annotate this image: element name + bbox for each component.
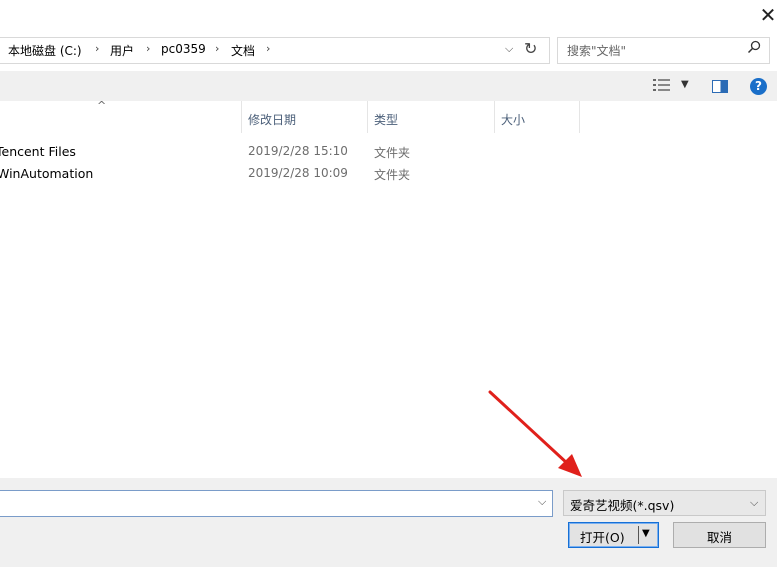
column-header-date[interactable]: 修改日期 <box>248 111 296 143</box>
breadcrumb-separator-icon[interactable]: › <box>266 42 270 55</box>
breadcrumb-documents[interactable]: 文档 <box>231 42 255 59</box>
cancel-button-label[interactable]: 取消 <box>674 527 765 546</box>
split-divider <box>638 526 639 544</box>
filetype-select[interactable]: 爱奇艺视频(*.qsv) ⌵ <box>563 490 766 516</box>
red-arrow-annotation <box>488 390 582 477</box>
filename-history-dropdown-icon[interactable]: ⌵ <box>538 495 546 509</box>
open-button[interactable]: 打开(O) ▼ <box>568 522 659 548</box>
file-type: 文件夹 <box>374 146 411 160</box>
sort-ascending-icon[interactable]: ^ <box>97 99 106 112</box>
search-box[interactable]: 搜索"文档" <box>557 37 770 64</box>
help-icon[interactable]: ? <box>750 78 767 95</box>
details-view-icon[interactable] <box>653 78 673 96</box>
file-name[interactable]: WinAutomation <box>0 166 93 181</box>
file-date: 2019/2/28 15:10 <box>248 144 348 158</box>
file-row[interactable]: WinAutomation 2019/2/28 10:09 文件夹 <box>0 163 777 185</box>
column-divider[interactable] <box>494 101 495 133</box>
file-type: 文件夹 <box>374 168 411 182</box>
column-divider[interactable] <box>241 101 242 133</box>
file-row[interactable]: Tencent Files 2019/2/28 15:10 文件夹 <box>0 141 777 163</box>
refresh-icon[interactable]: ↻ <box>524 39 537 58</box>
file-name[interactable]: Tencent Files <box>0 144 76 159</box>
open-button-label[interactable]: 打开(O) <box>580 527 625 546</box>
filetype-selected[interactable]: 爱奇艺视频(*.qsv) <box>570 495 674 514</box>
breadcrumb-users[interactable]: 用户 <box>110 42 134 59</box>
breadcrumb-local-disk[interactable]: 本地磁盘 (C:) <box>8 42 82 59</box>
view-options-dropdown-icon[interactable]: ▼ <box>681 79 689 90</box>
search-icon[interactable] <box>747 40 761 58</box>
search-input[interactable]: 搜索"文档" <box>567 42 626 59</box>
cancel-button[interactable]: 取消 <box>673 522 766 548</box>
breadcrumb-separator-icon[interactable]: › <box>215 42 219 55</box>
column-divider[interactable] <box>579 101 580 133</box>
title-bar: ✕ <box>0 0 777 34</box>
close-icon[interactable]: ✕ <box>755 2 777 30</box>
chevron-down-icon[interactable]: ⌵ <box>750 496 758 510</box>
breadcrumb-pc0359[interactable]: pc0359 <box>161 42 206 56</box>
open-options-dropdown-icon[interactable]: ▼ <box>642 528 650 539</box>
filename-input[interactable] <box>0 490 553 517</box>
address-history-dropdown-icon[interactable]: ⌵ <box>505 42 513 56</box>
column-divider[interactable] <box>367 101 368 133</box>
column-header-type[interactable]: 类型 <box>374 111 398 143</box>
preview-pane-icon[interactable] <box>712 80 728 93</box>
breadcrumb-separator-icon[interactable]: › <box>146 42 150 55</box>
address-bar[interactable]: 本地磁盘 (C:) › 用户 › pc0359 › 文档 › ⌵ ↻ <box>0 37 550 64</box>
column-header-size[interactable]: 大小 <box>501 111 525 143</box>
breadcrumb-separator-icon[interactable]: › <box>95 42 99 55</box>
file-date: 2019/2/28 10:09 <box>248 166 348 180</box>
